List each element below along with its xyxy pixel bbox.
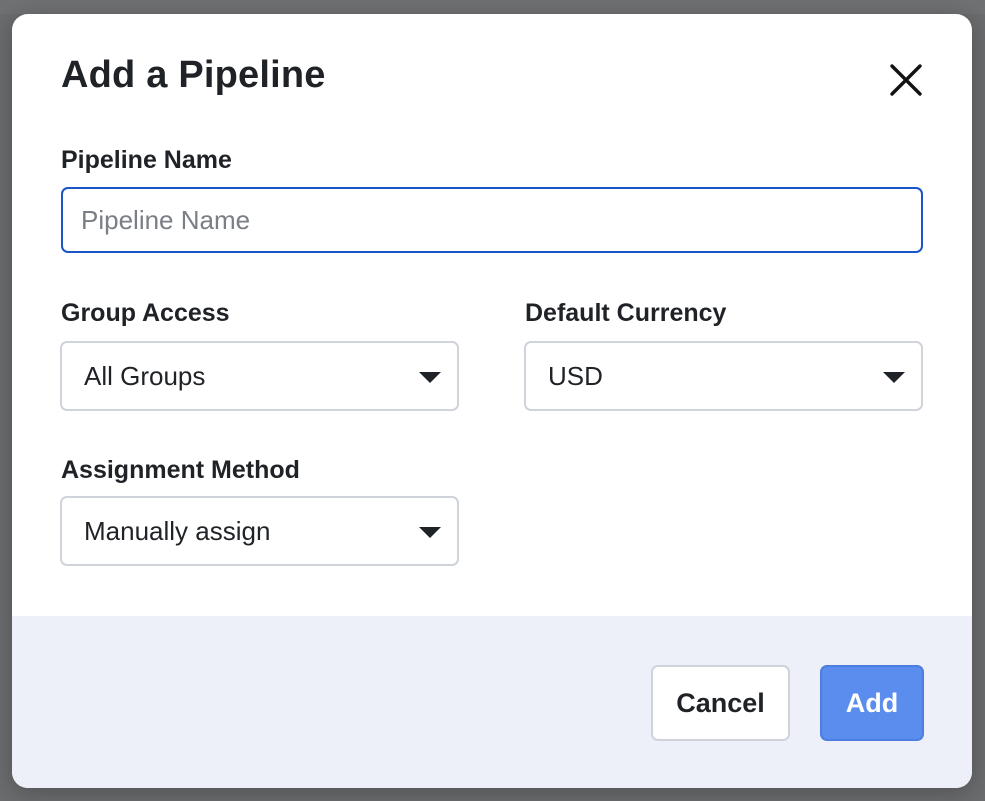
group-access-label: Group Access — [61, 299, 230, 327]
chevron-down-icon — [883, 372, 905, 383]
assignment-method-value: Manually assign — [84, 516, 271, 546]
dialog-footer: Cancel Add — [12, 616, 972, 788]
dialog-title: Add a Pipeline — [61, 54, 326, 96]
close-icon — [884, 58, 928, 102]
assignment-method-label: Assignment Method — [61, 456, 300, 484]
group-access-select[interactable]: All Groups — [60, 341, 459, 411]
group-access-value: All Groups — [84, 361, 206, 391]
chevron-down-icon — [419, 527, 441, 538]
default-currency-label: Default Currency — [525, 299, 727, 327]
app-backdrop — [0, 0, 985, 14]
cancel-button[interactable]: Cancel — [651, 665, 790, 741]
pipeline-name-input[interactable] — [61, 187, 923, 253]
assignment-method-select[interactable]: Manually assign — [60, 496, 459, 566]
dialog-body: Add a Pipeline Pipeline Name Group Acces… — [12, 14, 972, 616]
pipeline-name-label: Pipeline Name — [61, 146, 232, 174]
default-currency-value: USD — [548, 361, 603, 391]
default-currency-select[interactable]: USD — [524, 341, 923, 411]
add-button[interactable]: Add — [820, 665, 924, 741]
add-pipeline-dialog: Add a Pipeline Pipeline Name Group Acces… — [12, 14, 972, 788]
close-button[interactable] — [884, 58, 928, 102]
chevron-down-icon — [419, 372, 441, 383]
